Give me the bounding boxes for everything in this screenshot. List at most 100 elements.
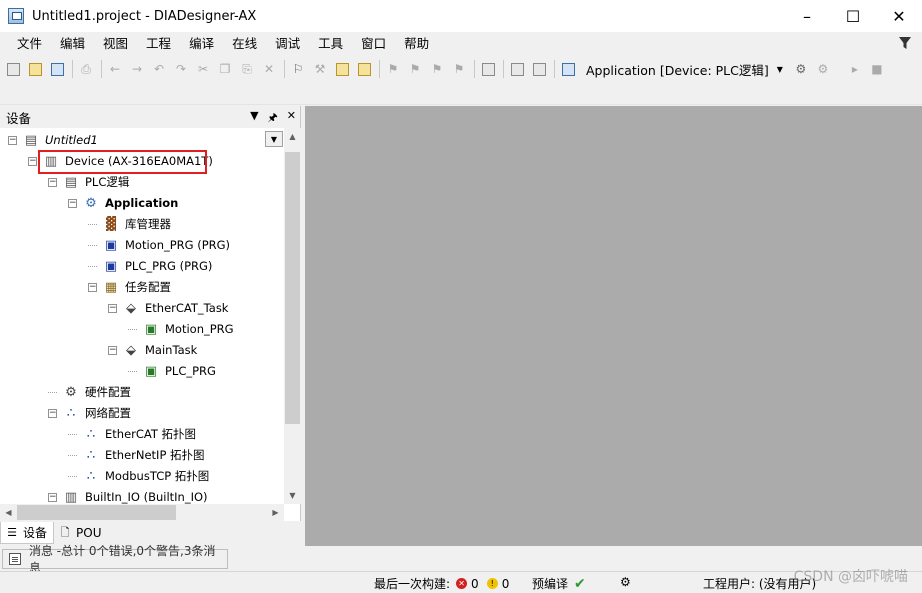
menu-debug[interactable]: 调试 [266,33,309,55]
scroll-down-icon[interactable]: ▼ [284,487,301,504]
collapse-icon[interactable]: − [48,492,57,502]
tab-pou[interactable]: 🗋 POU [54,522,107,544]
logout-icon[interactable]: ⚙ [813,59,833,79]
devices-tab-icon: ☰ [7,526,17,539]
tree-node-label: MainTask [145,343,198,357]
collapse-icon[interactable]: − [108,303,117,313]
tree-node[interactable]: ▣ Motion_PRG [128,319,236,339]
copy-icon[interactable]: ❐ [215,59,235,79]
properties-icon[interactable] [529,59,549,79]
menu-project[interactable]: 工程 [137,33,180,55]
tree-node-label: 库管理器 [125,217,171,231]
tree-node[interactable]: ▣ PLC_PRG [128,361,218,381]
bookmark-prev-icon[interactable]: ⚑ [427,59,447,79]
editor-area [305,106,922,546]
tree-node[interactable]: − ▦ 任务配置 [88,277,173,297]
tree-node[interactable]: − ⬙ MainTask [108,340,199,360]
tree-node[interactable]: ▓ 库管理器 [88,214,173,234]
forward-icon[interactable]: → [127,59,147,79]
tab-devices[interactable]: ☰ 设备 [0,522,55,544]
tree-node[interactable]: ∴ EtherNetIP 拓扑图 [68,445,207,465]
menu-bar: 文件 编辑 视图 工程 编译 在线 调试 工具 窗口 帮助 [0,32,922,56]
filter-icon[interactable] [898,36,912,50]
io-module-icon: ▥ [64,489,78,505]
menu-help[interactable]: 帮助 [395,33,438,55]
tree-vertical-scrollbar[interactable]: ▲ ▼ [284,128,301,504]
messages-tab[interactable]: 消息 -总计 0个错误,0个警告,3条消息 [2,544,228,575]
tree-node[interactable]: ∴ EtherCAT 拓扑图 [68,424,198,444]
tree-horizontal-scrollbar[interactable]: ◀ ▶ [0,504,284,521]
tree-node[interactable]: − ∴ 网络配置 [48,403,133,423]
add-object-icon[interactable] [507,59,527,79]
cut-icon[interactable]: ✂ [193,59,213,79]
bookmark-icon[interactable]: ⚑ [383,59,403,79]
menu-window[interactable]: 窗口 [352,33,395,55]
tree-node[interactable]: ∴ ModbusTCP 拓扑图 [68,466,211,486]
menu-file[interactable]: 文件 [8,33,51,55]
bookmark-clear-icon[interactable]: ⚑ [449,59,469,79]
redo-icon[interactable]: ↷ [171,59,191,79]
collapse-icon[interactable]: − [28,156,37,166]
menu-tools[interactable]: 工具 [309,33,352,55]
tree-node[interactable]: ⚙ 硬件配置 [48,382,133,402]
messages-bar: 消息 -总计 0个错误,0个警告,3条消息 [0,544,922,575]
tree-node[interactable]: − ⬙ EtherCAT_Task [108,298,230,318]
scroll-thumb-horizontal[interactable] [17,505,176,520]
run-icon[interactable]: ▸ [845,59,865,79]
tree-node[interactable]: − ▤ PLC逻辑 [48,172,131,192]
devices-panel-title: 设备 [6,110,32,126]
scroll-thumb[interactable] [285,152,300,424]
tree-node-label: EtherCAT 拓扑图 [105,427,197,441]
collapse-icon[interactable]: − [48,177,57,187]
undo-icon[interactable]: ↶ [149,59,169,79]
scroll-left-icon[interactable]: ◀ [0,504,17,521]
new-file-icon[interactable] [3,59,23,79]
window-icon[interactable] [478,59,498,79]
login-icon[interactable]: ⚙ [791,59,811,79]
save-icon[interactable] [47,59,67,79]
bookmark-next-icon[interactable]: ⚑ [405,59,425,79]
tree-node-label: Motion_PRG (PRG) [125,238,231,252]
replace-icon[interactable] [354,59,374,79]
close-button[interactable]: ✕ [876,0,922,32]
program-call-icon: ▣ [144,321,158,337]
tree-node-label: PLC逻辑 [85,175,130,189]
back-icon[interactable]: ← [105,59,125,79]
tree-node[interactable]: ▣ PLC_PRG (PRG) [88,256,214,276]
tree-node[interactable]: − ⚙ Application [68,193,180,213]
collapse-icon[interactable]: − [108,345,117,355]
find-icon[interactable]: ⚐ [288,59,308,79]
maximize-button[interactable]: ☐ [830,0,876,32]
menu-build[interactable]: 编译 [180,33,223,55]
collapse-icon[interactable]: − [88,282,97,292]
topology-icon: ∴ [86,447,96,463]
pin-icon[interactable]: 🖈 [268,109,278,128]
stop-icon[interactable]: ■ [867,59,887,79]
bookmark-find-icon[interactable] [332,59,352,79]
precompile-status[interactable]: 预编译 ✔ [532,575,586,592]
tree-node[interactable]: − ▤ Untitled1 [8,130,100,150]
app-logo-icon [8,8,24,24]
collapse-icon[interactable]: − [48,408,57,418]
program-call-icon: ▣ [144,363,158,379]
paste-icon[interactable]: ⎘ [237,59,257,79]
tree-node[interactable]: ▣ Motion_PRG (PRG) [88,235,232,255]
scroll-up-icon[interactable]: ▲ [284,128,301,145]
panel-close-icon[interactable]: ✕ [287,109,296,128]
menu-online[interactable]: 在线 [223,33,266,55]
panel-menu-icon[interactable]: ▼ [250,109,258,128]
print-icon[interactable]: ⎙ [76,59,96,79]
scroll-right-icon[interactable]: ▶ [267,504,284,521]
menu-edit[interactable]: 编辑 [51,33,94,55]
menu-view[interactable]: 视图 [94,33,137,55]
collapse-icon[interactable]: − [8,135,17,145]
online-status-icon[interactable]: ⚙ [620,575,631,589]
active-application-select[interactable]: Application [Device: PLC逻辑] ▼ [586,60,783,79]
find-replace-icon[interactable]: ⚒ [310,59,330,79]
tree-dropdown-button[interactable]: ▼ [265,131,283,147]
build-icon[interactable] [558,59,578,79]
collapse-icon[interactable]: − [68,198,77,208]
open-folder-icon[interactable] [25,59,45,79]
minimize-button[interactable]: – [784,0,830,32]
delete-icon[interactable]: ✕ [259,59,279,79]
